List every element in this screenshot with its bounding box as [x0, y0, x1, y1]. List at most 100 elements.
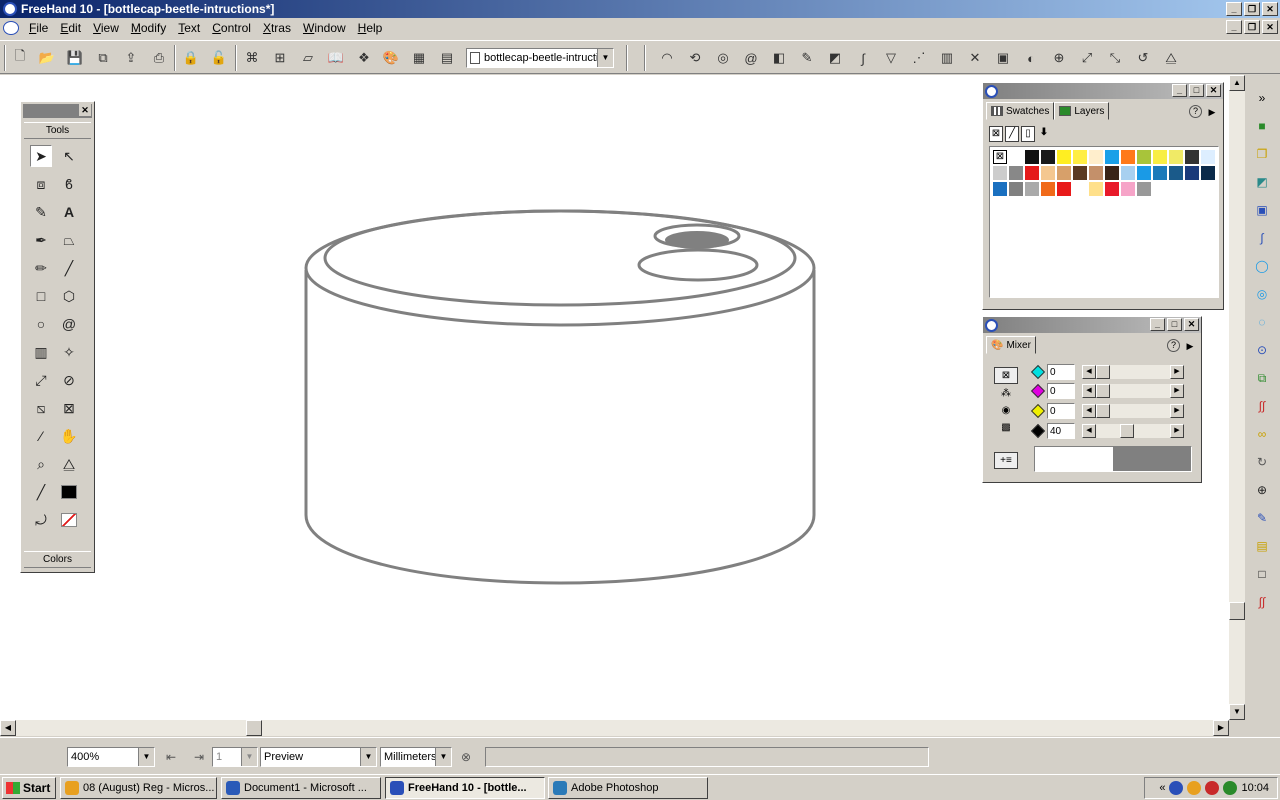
eyedropper-tool-icon[interactable]: ✎ — [30, 201, 52, 223]
tools-panel-header[interactable]: ✕ — [23, 104, 92, 118]
open-icon[interactable]: 📂 — [37, 48, 57, 68]
task-word[interactable]: Document1 - Microsoft ... — [221, 777, 381, 799]
color-swatch[interactable] — [1009, 166, 1023, 180]
color-swatch[interactable] — [1169, 150, 1183, 164]
mixer-maximize-button[interactable]: □ — [1167, 318, 1182, 331]
roughen-icon[interactable]: ∫ — [853, 48, 873, 68]
color-swatch[interactable] — [1089, 182, 1103, 196]
menu-help[interactable]: Help — [352, 21, 389, 35]
volume-icon[interactable] — [1223, 781, 1238, 795]
none-swatch[interactable]: ⊠ — [993, 150, 1007, 164]
print-icon[interactable]: ⎙ — [149, 48, 169, 68]
color-swatch[interactable] — [1169, 166, 1183, 180]
chevron-down-icon[interactable]: ▼ — [597, 49, 613, 67]
trace-icon[interactable]: ⋰ — [909, 48, 929, 68]
ellipse-tool-icon[interactable]: ○ — [30, 313, 52, 335]
trace-tool-icon[interactable]: ▥ — [30, 341, 52, 363]
swatches-maximize-button[interactable]: □ — [1189, 84, 1204, 97]
black-slider-thumb[interactable] — [1120, 424, 1134, 438]
document-select[interactable]: bottlecap-beetle-intructions ▼ — [466, 48, 614, 68]
color-swatch[interactable] — [1009, 182, 1023, 196]
cyan-value-field[interactable] — [1047, 364, 1075, 380]
doc-restore-button[interactable]: ❐ — [1244, 20, 1260, 34]
shadow-icon[interactable]: ◩ — [825, 48, 845, 68]
tab-layers[interactable]: Layers — [1054, 102, 1110, 120]
scroll-right-icon[interactable]: ▶ — [1213, 720, 1229, 736]
cmyk-mode-icon[interactable]: ⊠ — [994, 367, 1018, 384]
3d-rotation-icon[interactable]: ⟲ — [685, 48, 705, 68]
start-button[interactable]: Start — [2, 777, 56, 799]
slider-right-icon[interactable]: ▶ — [1170, 384, 1184, 398]
color-swatch[interactable] — [1041, 150, 1055, 164]
export-icon[interactable]: ⇪ — [121, 48, 141, 68]
fill-icon[interactable]: ■ — [1253, 117, 1271, 135]
color-swatch[interactable] — [1105, 150, 1119, 164]
doc-close-button[interactable]: ✕ — [1262, 20, 1278, 34]
color-swatch[interactable] — [1105, 166, 1119, 180]
color-swatch[interactable] — [1137, 166, 1151, 180]
cyan-slider[interactable]: ◀ ▶ — [1081, 364, 1185, 380]
add-to-swatches-icon[interactable]: +≡ — [994, 452, 1018, 469]
color-swatch[interactable] — [1137, 150, 1151, 164]
colors-label[interactable]: Colors — [24, 551, 91, 568]
color-swatch[interactable] — [1153, 166, 1167, 180]
color-swatch[interactable] — [1041, 182, 1055, 196]
color-icon[interactable]: 🎨 — [381, 48, 401, 68]
scroll-up-icon[interactable]: ▲ — [1229, 75, 1245, 91]
spiral-tool-icon[interactable]: @ — [58, 313, 80, 335]
menu-control[interactable]: Control — [206, 21, 257, 35]
page-tool-icon[interactable]: ⧈ — [30, 173, 52, 195]
outlook-tray-icon[interactable] — [1187, 781, 1202, 795]
cancel-render-icon[interactable]: ⊗ — [458, 749, 474, 765]
tab-mixer[interactable]: 🎨 Mixer — [986, 336, 1036, 354]
square-icon[interactable]: □ — [1253, 565, 1271, 583]
new-icon[interactable]: 🗋 — [10, 48, 30, 68]
pen-tool-icon[interactable]: ✒ — [30, 229, 52, 251]
transparency-icon[interactable]: ⧉ — [1253, 369, 1271, 387]
color-swatch[interactable] — [1201, 166, 1215, 180]
mixer-title-bar[interactable]: _ □ ✕ — [983, 317, 1201, 333]
fisheye-icon[interactable]: ◎ — [713, 48, 733, 68]
color-swatch[interactable] — [1153, 150, 1167, 164]
reverse-icon[interactable]: ↻ — [1253, 453, 1271, 471]
slider-left-icon[interactable]: ◀ — [1082, 424, 1096, 438]
pointer-tool-icon[interactable]: ➤ — [30, 145, 52, 167]
bend-icon[interactable]: ∫∫ — [1253, 593, 1271, 611]
envelope-icon[interactable]: ✕ — [965, 48, 985, 68]
punch-icon[interactable]: ◌ — [1253, 313, 1271, 331]
magenta-slider[interactable]: ◀ ▶ — [1081, 383, 1185, 399]
freeform-tool-icon[interactable]: ✧ — [58, 341, 80, 363]
color-swatch[interactable] — [993, 166, 1007, 180]
color-swatch[interactable] — [1025, 166, 1039, 180]
mirror-tool-icon[interactable]: ⧋ — [58, 453, 80, 475]
none-swatch-icon[interactable]: ⊠ — [989, 126, 1003, 142]
menu-icon[interactable]: » — [1253, 89, 1271, 107]
menu-text[interactable]: Text — [172, 21, 206, 35]
crop-icon[interactable]: ⊙ — [1253, 341, 1271, 359]
menu-window[interactable]: Window — [297, 21, 352, 35]
color-swatch[interactable] — [1073, 182, 1087, 196]
swatches-menu-icon[interactable]: ▶ — [1206, 104, 1218, 120]
rectangle-tool-icon[interactable]: □ — [30, 285, 52, 307]
color-swatch[interactable] — [1089, 150, 1103, 164]
vertical-scroll-thumb[interactable] — [1229, 602, 1245, 620]
slider-left-icon[interactable]: ◀ — [1082, 365, 1096, 379]
library-icon[interactable]: 📖 — [326, 48, 346, 68]
knife-tool-icon[interactable]: ⁄ — [30, 425, 52, 447]
vertical-scrollbar[interactable]: ▲ ▼ — [1229, 75, 1245, 720]
black-value-field[interactable] — [1047, 423, 1075, 439]
magenta-slider-thumb[interactable] — [1096, 384, 1110, 398]
mixer-close-button[interactable]: ✕ — [1184, 318, 1199, 331]
smudge-icon[interactable]: ◧ — [769, 48, 789, 68]
chevron-down-icon[interactable]: ▼ — [435, 748, 451, 766]
inset-icon[interactable]: ▣ — [1253, 201, 1271, 219]
zoom-select[interactable]: 400% ▼ — [67, 747, 155, 767]
lasso-tool-icon[interactable]: ϐ — [58, 173, 80, 195]
bend-icon[interactable]: ▽ — [881, 48, 901, 68]
color-swatch[interactable] — [1057, 182, 1071, 196]
yellow-slider[interactable]: ◀ ▶ — [1081, 403, 1185, 419]
color-swatch[interactable] — [993, 182, 1007, 196]
color-swatch[interactable] — [1057, 166, 1071, 180]
lock-icon[interactable]: 🔒 — [181, 48, 201, 68]
document-menu-icon[interactable] — [3, 21, 19, 35]
